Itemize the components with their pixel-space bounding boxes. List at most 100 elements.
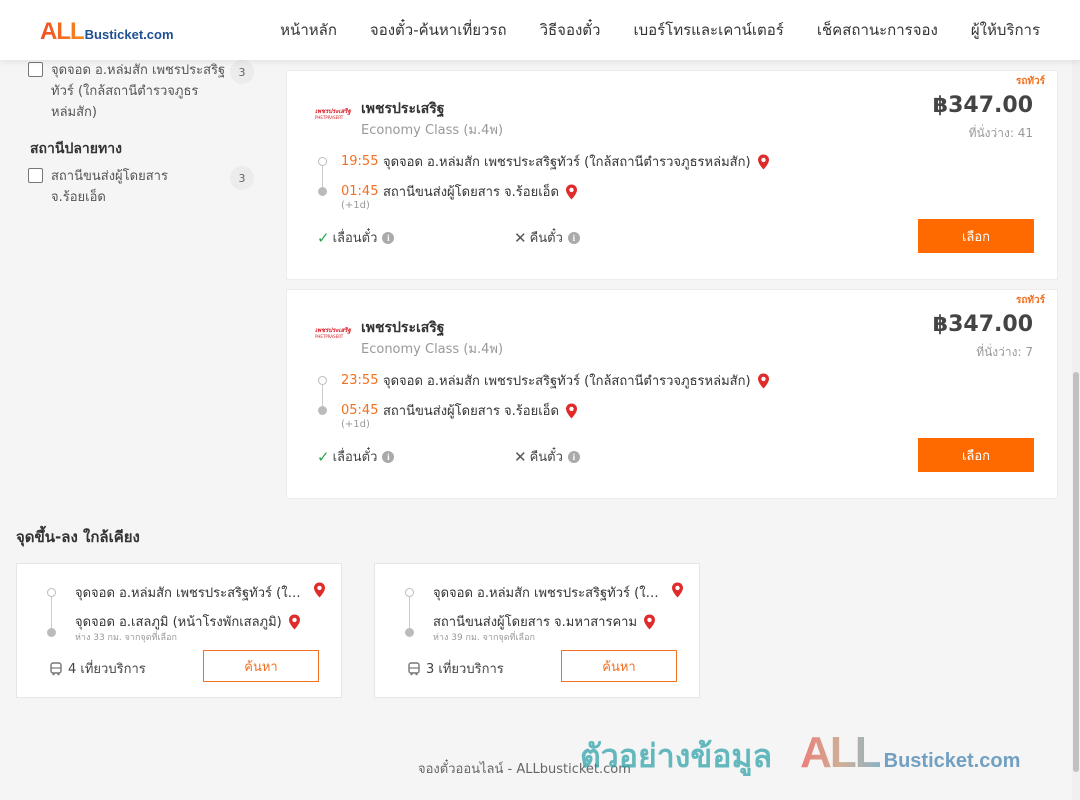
select-trip-button[interactable]: เลือก (918, 438, 1034, 472)
operator-name: เพชรประเสริฐ (361, 320, 445, 336)
nearby-trips-label: 3 เที่ยวบริการ (426, 662, 504, 677)
nearby-trip-count: 3 เที่ยวบริการ (407, 658, 504, 679)
map-pin-icon[interactable] (757, 154, 770, 170)
next-day-indicator: (+1d) (341, 200, 370, 211)
nearby-section-title: จุดขึ้น-ลง ใกล้เคียง (16, 528, 140, 546)
watermark-sample-text: ตัวอย่างข้อมูล (580, 737, 773, 775)
main-nav: หน้าหลัก จองตั๋ว-ค้นหาเที่ยวรถ วิธีจองตั… (280, 0, 1040, 60)
trip-card: รถทัวร์ เพชรประเสริฐ PHETPRASERT เพชรประ… (286, 289, 1058, 499)
map-pin-icon[interactable] (565, 184, 578, 200)
watermark-logo-domain: Busticket.com (883, 750, 1021, 772)
trip-card: รถทัวร์ เพชรประเสริฐ PHETPRASERT เพชรประ… (286, 70, 1058, 280)
site-logo[interactable]: ALL Busticket.com (40, 18, 174, 46)
refund-label: คืนตั๋ว (529, 450, 563, 465)
logo-all: ALL (40, 18, 85, 45)
nearby-search-button[interactable]: ค้นหา (203, 650, 319, 682)
arrival-time: 01:45 (341, 184, 379, 199)
info-icon[interactable]: i (382, 450, 395, 463)
map-pin-icon[interactable] (288, 614, 301, 630)
info-icon[interactable]: i (567, 231, 580, 244)
nav-how-to-book[interactable]: วิธีจองตั๋ว (540, 18, 601, 42)
ticket-price: ฿347.00 (932, 312, 1033, 337)
ticket-price: ฿347.00 (932, 93, 1033, 118)
checkbox-icon[interactable] (28, 62, 43, 77)
filter-origin-label: จุดจอด อ.หล่มสัก เพชรประสริฐทัวร์ (ใกล้ส… (51, 63, 226, 120)
check-icon: ✓ (317, 228, 330, 247)
nearby-to-row: จุดจอด อ.เสลภูมิ (หน้าโรงพักเสลภูมิ) (75, 611, 301, 632)
operator-logo-subtext: PHETPRASERT (315, 334, 344, 339)
refund-policy: ✕ คืนตั๋ว i (514, 227, 580, 248)
map-pin-icon[interactable] (643, 614, 656, 630)
nearby-trips-label: 4 เที่ยวบริการ (68, 662, 146, 677)
arrival-stop: สถานีขนส่งผู้โดยสาร จ.ร้อยเอ็ด (383, 404, 559, 419)
x-icon: ✕ (514, 228, 527, 247)
nav-home[interactable]: หน้าหลัก (280, 18, 337, 42)
route-timeline (405, 588, 415, 638)
filter-destination-item[interactable]: สถานีขนส่งผู้โดยสาร จ.ร้อยเอ็ด 3 (28, 166, 254, 208)
operator-logo: เพชรประเสริฐ PHETPRASERT (315, 109, 353, 121)
nav-operators[interactable]: ผู้ให้บริการ (971, 18, 1040, 42)
operator-name: เพชรประเสริฐ (361, 101, 445, 117)
departure-time: 19:55 (341, 154, 379, 169)
route-timeline (318, 157, 328, 197)
bus-type-tag: รถทัวร์ (1015, 295, 1045, 306)
reschedule-policy: ✓ เลื่อนตั๋ว i (317, 446, 395, 467)
nearby-route-card: จุดจอด อ.หล่มสัก เพชรประสริฐทัวร์ (ใกล้ส… (374, 563, 700, 698)
operator-logo: เพชรประเสริฐ PHETPRASERT (315, 328, 353, 340)
filter-destination-count: 3 (230, 166, 254, 190)
nearby-to-stop: สถานีขนส่งผู้โดยสาร จ.มหาสารคาม (433, 615, 638, 630)
nav-phone-counter[interactable]: เบอร์โทรและเคาน์เตอร์ (633, 18, 783, 42)
checkbox-icon[interactable] (28, 168, 43, 183)
nearby-from-stop: จุดจอด อ.หล่มสัก เพชรประสริฐทัวร์ (ใกล้ส… (75, 586, 307, 601)
nav-check-status[interactable]: เช็คสถานะการจอง (817, 18, 938, 42)
map-pin-icon[interactable] (313, 582, 326, 598)
destination-heading: สถานีปลายทาง (30, 141, 122, 157)
info-icon[interactable]: i (567, 450, 580, 463)
info-icon[interactable]: i (382, 231, 395, 244)
logo-domain: Busticket.com (84, 27, 174, 42)
bus-class: Economy Class (ม.4พ) (361, 342, 504, 357)
nearby-distance: ห่าง 33 กม. จากจุดที่เลือก (75, 633, 177, 643)
x-icon: ✕ (514, 447, 527, 466)
map-pin-icon[interactable] (565, 403, 578, 419)
seats-available: ที่นั่งว่าง: 7 (976, 345, 1033, 359)
filter-destination-label: สถานีขนส่งผู้โดยสาร จ.ร้อยเอ็ด (51, 169, 168, 205)
departure-row: 19:55 จุดจอด อ.หล่มสัก เพชรประสริฐทัวร์ … (341, 151, 770, 172)
nearby-from-stop: จุดจอด อ.หล่มสัก เพชรประสริฐทัวร์ (ใกล้ส… (433, 586, 665, 601)
reschedule-label: เลื่อนตั๋ว (332, 450, 378, 465)
refund-policy: ✕ คืนตั๋ว i (514, 446, 580, 467)
nearby-trip-count: 4 เที่ยวบริการ (49, 658, 146, 679)
nearby-search-button[interactable]: ค้นหา (561, 650, 677, 682)
arrival-time: 05:45 (341, 403, 379, 418)
filter-origin-count: 3 (230, 60, 254, 84)
nearby-distance: ห่าง 39 กม. จากจุดที่เลือก (433, 633, 535, 643)
watermark: ตัวอย่างข้อมูล ALL Busticket.com (580, 728, 1020, 782)
arrival-row: 05:45 สถานีขนส่งผู้โดยสาร จ.ร้อยเอ็ด (341, 400, 578, 421)
next-day-indicator: (+1d) (341, 419, 370, 430)
bus-icon (408, 661, 420, 675)
reschedule-label: เลื่อนตั๋ว (332, 231, 378, 246)
nearby-to-stop: จุดจอด อ.เสลภูมิ (หน้าโรงพักเสลภูมิ) (75, 615, 282, 630)
arrival-row: 01:45 สถานีขนส่งผู้โดยสาร จ.ร้อยเอ็ด (341, 181, 578, 202)
bus-class: Economy Class (ม.4พ) (361, 123, 504, 138)
select-trip-button[interactable]: เลือก (918, 219, 1034, 253)
filter-origin-item[interactable]: จุดจอด อ.หล่มสัก เพชรประสริฐทัวร์ (ใกล้ส… (28, 60, 254, 123)
watermark-logo-all: ALL (800, 728, 882, 777)
map-pin-icon[interactable] (757, 373, 770, 389)
bus-type-tag: รถทัวร์ (1015, 76, 1045, 87)
operator-logo-subtext: PHETPRASERT (315, 115, 344, 120)
check-icon: ✓ (317, 447, 330, 466)
departure-stop: จุดจอด อ.หล่มสัก เพชรประสริฐทัวร์ (ใกล้ส… (383, 374, 751, 389)
departure-stop: จุดจอด อ.หล่มสัก เพชรประสริฐทัวร์ (ใกล้ส… (383, 155, 751, 170)
bus-icon (50, 661, 62, 675)
nav-book-search[interactable]: จองตั๋ว-ค้นหาเที่ยวรถ (370, 18, 507, 42)
page-scrollbar[interactable] (1072, 0, 1080, 800)
arrival-stop: สถานีขนส่งผู้โดยสาร จ.ร้อยเอ็ด (383, 185, 559, 200)
route-timeline (47, 588, 57, 638)
top-header: ALL Busticket.com หน้าหลัก จองตั๋ว-ค้นหา… (0, 0, 1080, 60)
nearby-to-row: สถานีขนส่งผู้โดยสาร จ.มหาสารคาม (433, 611, 656, 632)
route-timeline (318, 376, 328, 416)
refund-label: คืนตั๋ว (529, 231, 563, 246)
scrollbar-thumb[interactable] (1073, 372, 1079, 772)
map-pin-icon[interactable] (671, 582, 684, 598)
